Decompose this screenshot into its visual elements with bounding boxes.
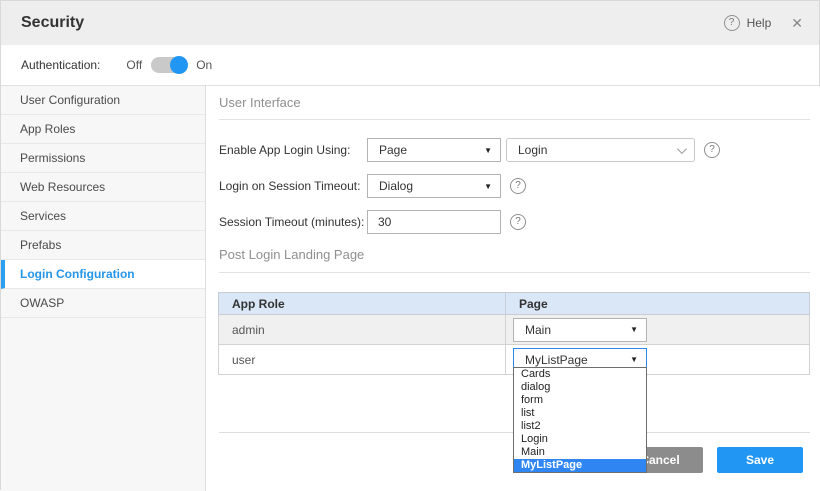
sidebar-item-services[interactable]: Services — [1, 202, 205, 231]
session-timeout-login-label: Login on Session Timeout: — [219, 179, 367, 193]
dropdown-option-main[interactable]: Main — [514, 446, 646, 459]
help-link[interactable]: Help — [747, 16, 772, 30]
caret-down-icon: ▼ — [630, 325, 638, 334]
enable-app-login-row: Enable App Login Using: Page ▼ Login ? — [219, 138, 810, 162]
dropdown-option-list2[interactable]: list2 — [514, 420, 646, 433]
app-role-cell: user — [219, 345, 506, 375]
sidebar-item-login-configuration[interactable]: Login Configuration — [1, 260, 205, 289]
caret-down-icon: ▼ — [484, 146, 492, 155]
dropdown-option-dialog[interactable]: dialog — [514, 381, 646, 394]
column-header-app-role: App Role — [219, 293, 506, 315]
titlebar-actions: ? Help ✕ — [724, 15, 803, 32]
session-timeout-login-row: Login on Session Timeout: Dialog ▼ ? — [219, 174, 810, 198]
session-timeout-minutes-label: Session Timeout (minutes): — [219, 215, 367, 229]
section-title-user-interface: User Interface — [219, 86, 810, 120]
body: User Configuration App Roles Permissions… — [1, 86, 819, 491]
toggle-on-label: On — [196, 58, 212, 72]
titlebar: Security ? Help ✕ — [1, 1, 819, 45]
dropdown-option-form[interactable]: form — [514, 394, 646, 407]
sidebar-item-web-resources[interactable]: Web Resources — [1, 173, 205, 202]
table-header-row: App Role Page — [219, 293, 810, 315]
session-timeout-type-value: Dialog — [379, 179, 413, 193]
section-title-post-login: Post Login Landing Page — [219, 234, 810, 273]
enable-app-login-label: Enable App Login Using: — [219, 143, 367, 157]
page-cell: Main ▼ — [506, 315, 810, 345]
help-icon[interactable]: ? — [704, 142, 720, 158]
caret-down-icon: ▼ — [484, 182, 492, 191]
page-dropdown-list: Cards dialog form list list2 Login Main … — [513, 367, 647, 473]
sidebar-item-prefabs[interactable]: Prefabs — [1, 231, 205, 260]
dropdown-option-cards[interactable]: Cards — [514, 368, 646, 381]
help-icon[interactable]: ? — [510, 214, 526, 230]
help-icon[interactable]: ? — [724, 15, 740, 31]
page-title: Security — [21, 14, 84, 32]
sidebar-item-owasp[interactable]: OWASP — [1, 289, 205, 318]
login-type-select[interactable]: Page ▼ — [367, 138, 501, 162]
dropdown-option-login[interactable]: Login — [514, 433, 646, 446]
login-page-combobox[interactable]: Login — [506, 138, 695, 162]
toggle-knob — [170, 56, 188, 74]
sidebar-item-app-roles[interactable]: App Roles — [1, 115, 205, 144]
app-role-cell: admin — [219, 315, 506, 345]
authentication-toggle[interactable] — [151, 57, 187, 73]
table-row: admin Main ▼ — [219, 315, 810, 345]
user-page-value: MyListPage — [525, 353, 588, 367]
session-timeout-type-select[interactable]: Dialog ▼ — [367, 174, 501, 198]
post-login-table: App Role Page admin Main ▼ user — [218, 292, 810, 375]
toggle-off-label: Off — [126, 58, 142, 72]
login-type-value: Page — [379, 143, 407, 157]
login-page-value: Login — [518, 143, 547, 157]
sidebar: User Configuration App Roles Permissions… — [1, 86, 206, 491]
chevron-down-icon — [677, 144, 687, 154]
close-icon[interactable]: ✕ — [791, 15, 803, 32]
sidebar-item-permissions[interactable]: Permissions — [1, 144, 205, 173]
admin-page-value: Main — [525, 323, 551, 337]
dropdown-option-list[interactable]: list — [514, 407, 646, 420]
admin-page-select[interactable]: Main ▼ — [513, 318, 647, 342]
save-button[interactable]: Save — [717, 447, 803, 473]
caret-down-icon: ▼ — [630, 355, 638, 364]
authentication-bar: Authentication: Off On — [1, 45, 819, 86]
authentication-label: Authentication: — [21, 58, 100, 72]
session-timeout-input[interactable] — [367, 210, 501, 234]
help-icon[interactable]: ? — [510, 178, 526, 194]
sidebar-item-user-configuration[interactable]: User Configuration — [1, 86, 205, 115]
content-panel: User Interface Enable App Login Using: P… — [206, 86, 820, 491]
session-timeout-minutes-row: Session Timeout (minutes): ? — [219, 210, 810, 234]
dropdown-option-mylistpage[interactable]: MyListPage — [514, 459, 646, 472]
column-header-page: Page — [506, 293, 810, 315]
